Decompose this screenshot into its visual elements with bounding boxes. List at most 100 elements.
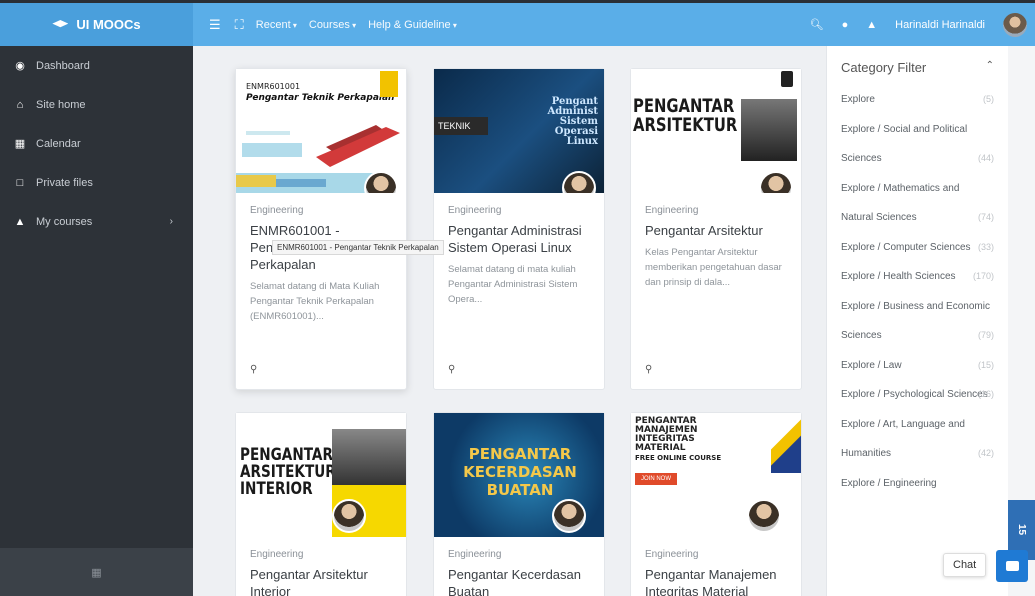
course-image: PENGANTAR ARSITEKTUR INTERIOR xyxy=(236,413,406,537)
filter-item-count: (16) xyxy=(977,389,994,399)
course-card[interactable]: PENGANTAR ARSITEKTUR INTERIOR Engineerin… xyxy=(235,412,407,596)
category-filter-panel: Category Filter ⌃ Explore (5) Explore / S… xyxy=(826,46,1008,596)
filter-item-count: (44) xyxy=(977,153,994,163)
course-title[interactable]: Pengantar Arsitektur xyxy=(645,222,787,239)
filter-item-count: (5) xyxy=(983,94,994,104)
building-photo xyxy=(741,99,797,161)
top-menu: Recent Courses Help & Guideline xyxy=(256,19,457,31)
image-course-title: Pengant Administ Sistem Operasi Linux xyxy=(547,96,598,147)
filter-item-label: Explore / Computer Sciences xyxy=(841,241,971,253)
calendar-icon: ▦ xyxy=(14,138,26,150)
filter-item-label: Explore / Engineering xyxy=(841,477,937,489)
top-navbar: UI MOOCs ☰ ⛶ Recent Courses Help & Guide… xyxy=(0,0,1035,46)
filter-item[interactable]: Explore / Health Sciences (170) xyxy=(841,262,994,292)
filter-item[interactable]: Explore / Psychological Sciences (16) xyxy=(841,380,994,410)
course-image: PENGANTAR ARSITEKTUR xyxy=(631,69,801,193)
course-title[interactable]: Pengantar Arsitektur Interior xyxy=(250,566,392,596)
menu-courses[interactable]: Courses xyxy=(309,19,356,31)
corner-decoration xyxy=(771,413,801,473)
filter-title: Category Filter xyxy=(841,60,927,75)
filter-item-count: (42) xyxy=(977,448,994,458)
brand-logo[interactable]: UI MOOCs xyxy=(0,3,193,46)
sidebar-item-my-courses[interactable]: ▲ My courses › xyxy=(0,202,193,241)
grid-icon[interactable]: ▦ xyxy=(91,566,101,579)
file-icon: □ xyxy=(16,176,24,189)
filter-item-count: (15) xyxy=(977,359,994,370)
instructor-avatar xyxy=(759,171,793,193)
course-title-tooltip: ENMR601001 - Pengantar Teknik Perkapalan xyxy=(272,240,444,255)
sidebar-item-label: My courses xyxy=(36,215,93,228)
sidebar-item-private-files[interactable]: □ Private files xyxy=(0,163,193,202)
filter-item-label: Explore / Social and Political Sciences xyxy=(841,123,968,165)
course-title[interactable]: Pengantar Kecerdasan Buatan xyxy=(448,566,590,596)
instructor-avatar xyxy=(747,499,781,533)
key-icon: ⚲ xyxy=(250,364,258,375)
filter-header[interactable]: Category Filter ⌃ xyxy=(841,60,994,75)
sidebar-item-label: Site home xyxy=(36,98,86,111)
instructor-avatar xyxy=(562,171,596,193)
course-category: Engineering xyxy=(448,205,502,216)
filter-item[interactable]: Explore / Engineering xyxy=(841,469,994,499)
sidebar-item-label: Private files xyxy=(36,176,93,189)
course-card[interactable]: PENGANTAR ARSITEKTUR Engineering Pengant… xyxy=(630,68,802,390)
course-card[interactable]: ENMR601001 Pengantar Teknik Perkapalan E… xyxy=(235,68,407,390)
instructor-avatar xyxy=(332,499,366,533)
top-right-tools: 🔍︎ ● ▲ Harinaldi Harinaldi xyxy=(810,12,1035,37)
chat-label[interactable]: Chat xyxy=(943,553,987,577)
chevron-up-icon[interactable]: ⌃ xyxy=(986,60,994,75)
filter-item-label: Explore / Mathematics and Natural Scienc… xyxy=(841,182,960,224)
course-card[interactable]: PENGANTAR KECERDASAN BUATAN Engineering … xyxy=(433,412,605,596)
course-category: Engineering xyxy=(250,205,304,216)
sidebar-item-site-home[interactable]: ⌂ Site home xyxy=(0,85,193,124)
messages-icon[interactable]: ● xyxy=(842,19,849,31)
course-image: ENMR601001 Pengantar Teknik Perkapalan xyxy=(236,69,406,193)
image-course-title: PENGANTAR KECERDASAN BUATAN xyxy=(463,445,577,499)
course-grid: ENMR601001 Pengantar Teknik Perkapalan E… xyxy=(193,46,826,596)
filter-item-label: Explore / Law xyxy=(841,359,902,371)
sidebar-item-dashboard[interactable]: ◉ Dashboard xyxy=(0,46,193,85)
image-course-title: PENGANTAR ARSITEKTUR INTERIOR xyxy=(240,445,336,499)
filter-item[interactable]: Explore / Computer Sciences (33) xyxy=(841,233,994,263)
filter-item[interactable]: Explore / Mathematics and Natural Scienc… xyxy=(841,174,994,233)
notifications-icon[interactable]: ▲ xyxy=(866,19,877,31)
hamburger-menu-icon[interactable]: ☰ xyxy=(209,17,221,33)
sidebar-item-calendar[interactable]: ▦ Calendar xyxy=(0,124,193,163)
course-title[interactable]: Pengantar Manajemen Integritas Material xyxy=(645,566,787,596)
filter-item-label: Explore / Psychological Sciences xyxy=(841,389,988,400)
filter-item[interactable]: Explore / Law (15) xyxy=(841,351,994,381)
key-icon: ⚲ xyxy=(448,364,456,375)
image-course-subtitle: FREE ONLINE COURSE xyxy=(635,454,722,462)
interior-photo xyxy=(332,429,406,485)
image-course-title: PENGANTAR MANAJEMEN INTEGRITAS MATERIAL xyxy=(635,416,698,453)
filter-item[interactable]: Explore / Business and Economic Sciences… xyxy=(841,292,994,351)
image-course-title: PENGANTAR ARSITEKTUR xyxy=(633,95,738,136)
course-category: Engineering xyxy=(645,205,699,216)
course-card[interactable]: TEKNIK Pengant Administ Sistem Operasi L… xyxy=(433,68,605,390)
filter-item-count: (170) xyxy=(972,271,994,281)
course-image: TEKNIK Pengant Administ Sistem Operasi L… xyxy=(434,69,604,193)
ui-logo xyxy=(781,71,793,87)
filter-item[interactable]: Explore / Art, Language and Humanities (4… xyxy=(841,410,994,469)
course-description: Kelas Pengantar Arsitektur memberikan pe… xyxy=(645,247,782,288)
graduation-cap-icon: ▲ xyxy=(14,215,26,228)
course-category: Engineering xyxy=(645,549,699,560)
course-title[interactable]: Pengantar Administrasi Sistem Operasi Li… xyxy=(448,222,590,256)
image-label: TEKNIK xyxy=(434,117,488,135)
filter-item-count: (79) xyxy=(977,330,994,340)
user-name[interactable]: Harinaldi Harinaldi xyxy=(895,19,985,31)
course-card[interactable]: PENGANTAR MANAJEMEN INTEGRITAS MATERIAL … xyxy=(630,412,802,596)
user-avatar[interactable] xyxy=(1003,12,1027,37)
sidebar-footer: ▦ xyxy=(0,548,193,596)
menu-help-guideline[interactable]: Help & Guideline xyxy=(368,19,457,31)
key-icon: ⚲ xyxy=(645,364,653,375)
filter-item[interactable]: Explore (5) xyxy=(841,85,994,115)
course-image: PENGANTAR MANAJEMEN INTEGRITAS MATERIAL … xyxy=(631,413,801,537)
dashboard-icon: ◉ xyxy=(15,60,25,72)
filter-item[interactable]: Explore / Social and Political Sciences (… xyxy=(841,115,994,174)
chat-button[interactable] xyxy=(996,550,1028,582)
course-category: Engineering xyxy=(250,549,304,560)
menu-recent[interactable]: Recent xyxy=(256,19,297,31)
search-icon[interactable]: 🔍︎ xyxy=(810,18,824,31)
chat-icon xyxy=(1005,561,1019,571)
fullscreen-icon[interactable]: ⛶ xyxy=(235,17,244,33)
